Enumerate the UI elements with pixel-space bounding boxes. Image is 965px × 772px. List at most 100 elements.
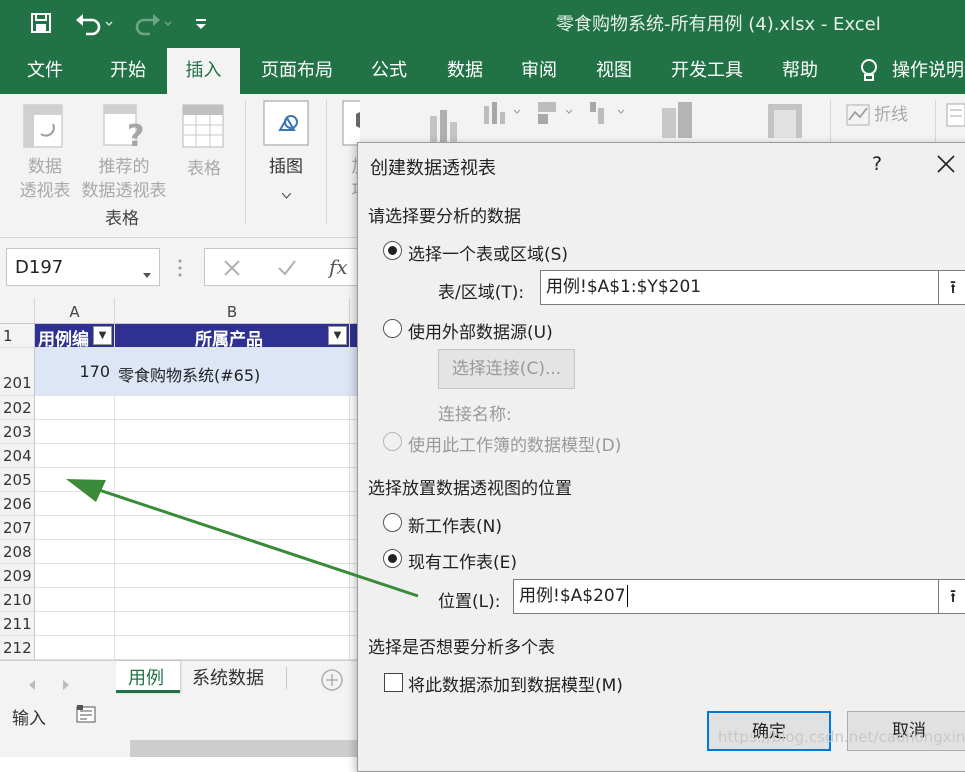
table-cell[interactable]: [115, 564, 350, 588]
row-header[interactable]: 211: [0, 612, 35, 636]
cell-a201[interactable]: 170: [35, 348, 115, 396]
radio-data-model-label[interactable]: 使用此工作簿的数据模型(D): [408, 431, 621, 456]
table-cell[interactable]: [115, 420, 350, 444]
radio-new-worksheet[interactable]: [383, 513, 402, 532]
insert-function-icon[interactable]: fx: [329, 255, 348, 279]
cell-b201[interactable]: 零食购物系统(#65): [115, 348, 350, 396]
location-input[interactable]: 用例!$A$207: [513, 579, 940, 614]
row-header[interactable]: 206: [0, 492, 35, 516]
add-sheet-icon[interactable]: [320, 668, 344, 692]
row-header-201[interactable]: 201: [0, 348, 35, 396]
table-cell[interactable]: [35, 612, 115, 636]
location-collapse-icon[interactable]: ⭱: [938, 579, 965, 614]
cell-b201-value: 零食购物系统(#65): [118, 366, 261, 385]
horizontal-scrollbar-thumb[interactable]: [130, 740, 358, 757]
column-header-b[interactable]: B: [115, 298, 350, 324]
dialog-title: 创建数据透视表: [370, 158, 496, 179]
tab-review[interactable]: 审阅: [506, 48, 572, 94]
table-cell[interactable]: [35, 516, 115, 540]
radio-external-source[interactable]: [383, 319, 402, 338]
row-header-1[interactable]: 1: [0, 324, 35, 348]
dialog-close-icon[interactable]: [937, 155, 955, 173]
filter-dropdown-icon[interactable]: ▼: [328, 326, 347, 345]
macro-record-icon[interactable]: [76, 704, 96, 724]
table-cell[interactable]: [115, 492, 350, 516]
filter-dropdown-icon[interactable]: ▼: [93, 326, 112, 345]
tab-page-layout[interactable]: 页面布局: [248, 48, 346, 94]
customize-qat-icon[interactable]: [194, 16, 208, 30]
save-icon[interactable]: [30, 12, 52, 34]
tab-insert[interactable]: 插入: [167, 48, 240, 94]
tab-formulas[interactable]: 公式: [356, 48, 422, 94]
add-to-data-model-label[interactable]: 将此数据添加到数据模型(M): [408, 671, 623, 696]
range-input[interactable]: 用例!$A$1:$Y$201: [540, 270, 940, 305]
table-cell[interactable]: [115, 588, 350, 612]
tab-developer[interactable]: 开发工具: [658, 48, 756, 94]
radio-external-source-label[interactable]: 使用外部数据源(U): [408, 318, 553, 343]
table-cell[interactable]: [115, 636, 350, 660]
tab-data[interactable]: 数据: [432, 48, 498, 94]
table-cell[interactable]: [115, 468, 350, 492]
confirm-entry-icon[interactable]: [277, 259, 297, 277]
tell-me-search[interactable]: 操作说明: [892, 48, 965, 94]
row-header[interactable]: 209: [0, 564, 35, 588]
range-collapse-icon[interactable]: ⭱: [938, 270, 965, 305]
column-header-a[interactable]: A: [35, 298, 115, 324]
tab-file[interactable]: 文件: [12, 48, 78, 94]
select-all-corner[interactable]: [0, 298, 35, 324]
choose-connection-button[interactable]: 选择连接(C)...: [438, 349, 575, 389]
row-header[interactable]: 204: [0, 444, 35, 468]
table-button[interactable]: 表格: [176, 100, 232, 200]
radio-select-table[interactable]: [383, 241, 402, 260]
worksheet-grid[interactable]: A B 1 用例编 ▼ 所属产品 ▼ 201 170 零食购物系统(#65) 2…: [0, 298, 358, 660]
recommended-pivot-button[interactable]: ? 推荐的 数据透视表: [78, 100, 170, 201]
redo-icon[interactable]: [130, 10, 174, 38]
table-cell[interactable]: [35, 564, 115, 588]
table-cell[interactable]: [35, 444, 115, 468]
scroll-right-icon[interactable]: [62, 675, 70, 690]
table-cell[interactable]: [35, 636, 115, 660]
dialog-help-button[interactable]: ?: [872, 153, 882, 175]
table-cell[interactable]: [35, 468, 115, 492]
tab-home[interactable]: 开始: [96, 48, 160, 94]
radio-new-worksheet-label[interactable]: 新工作表(N): [408, 512, 502, 537]
table-header-product[interactable]: 所属产品 ▼: [115, 324, 350, 350]
row-header[interactable]: 210: [0, 588, 35, 612]
table-cell[interactable]: [35, 492, 115, 516]
scroll-left-icon[interactable]: [28, 675, 36, 690]
table-cell[interactable]: [35, 540, 115, 564]
table-cell[interactable]: [35, 396, 115, 420]
sparkline-line-button[interactable]: 折线: [846, 102, 936, 130]
table-header-case-id[interactable]: 用例编 ▼: [35, 324, 115, 350]
tab-help[interactable]: 帮助: [768, 48, 832, 94]
radio-data-model[interactable]: [383, 432, 402, 451]
tab-view[interactable]: 视图: [582, 48, 646, 94]
add-to-data-model-checkbox[interactable]: [384, 673, 403, 692]
radio-existing-worksheet[interactable]: [383, 549, 402, 568]
table-cell[interactable]: [115, 612, 350, 636]
grip-icon: [178, 258, 182, 278]
table-cell[interactable]: [115, 516, 350, 540]
sheet-tab-active[interactable]: 用例: [116, 661, 180, 693]
table-cell[interactable]: [35, 420, 115, 444]
table-cell[interactable]: [115, 540, 350, 564]
pivot-table-label-2: 透视表: [19, 181, 71, 201]
row-header[interactable]: 202: [0, 396, 35, 420]
table-cell[interactable]: [35, 588, 115, 612]
row-header[interactable]: 203: [0, 420, 35, 444]
undo-icon[interactable]: [74, 10, 114, 38]
name-box[interactable]: D197: [6, 248, 160, 286]
cancel-entry-icon[interactable]: [223, 259, 241, 277]
name-box-dropdown-icon[interactable]: [143, 264, 151, 278]
row-header[interactable]: 205: [0, 468, 35, 492]
table-cell[interactable]: [115, 444, 350, 468]
radio-select-table-label[interactable]: 选择一个表或区域(S): [408, 240, 568, 265]
row-header[interactable]: 207: [0, 516, 35, 540]
row-header[interactable]: 212: [0, 636, 35, 660]
pivot-table-button[interactable]: 数据 透视表: [14, 100, 76, 201]
row-header[interactable]: 208: [0, 540, 35, 564]
illustrations-button[interactable]: 插图: [258, 100, 314, 200]
radio-existing-worksheet-label[interactable]: 现有工作表(E): [408, 548, 517, 573]
table-cell[interactable]: [115, 396, 350, 420]
sheet-tab-system-data[interactable]: 系统数据: [182, 661, 282, 693]
